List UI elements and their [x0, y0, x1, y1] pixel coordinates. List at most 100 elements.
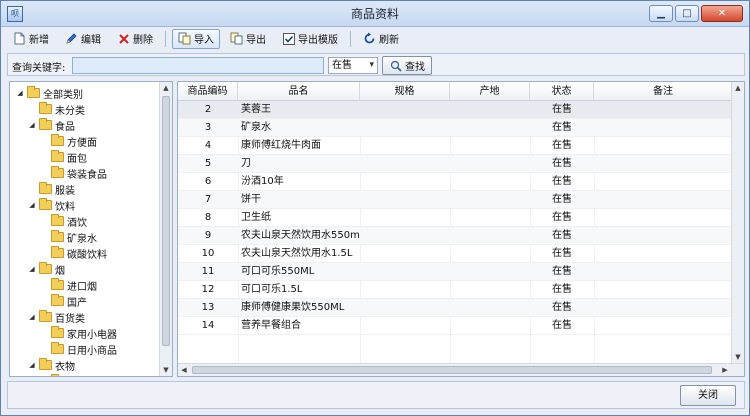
- tree-item[interactable]: 家用小电器: [40, 325, 117, 341]
- column-header[interactable]: 品名: [238, 82, 360, 101]
- expand-toggle-icon[interactable]: ◢: [28, 313, 36, 321]
- tree-item[interactable]: ◢ 饮料: [28, 197, 75, 213]
- refresh-button[interactable]: 刷新: [357, 29, 405, 49]
- tree-item[interactable]: 袋装食品: [40, 165, 107, 181]
- column-header[interactable]: 商品编码: [178, 82, 238, 101]
- tree-item[interactable]: 酒饮: [40, 213, 87, 229]
- delete-button[interactable]: 删除: [111, 29, 159, 49]
- column-header[interactable]: 状态: [530, 82, 594, 101]
- table-row[interactable]: 9 农夫山泉天然饮用水550ml 在售: [178, 227, 733, 245]
- toolbar-separator: [350, 30, 351, 47]
- tree-item[interactable]: 服装: [28, 181, 75, 197]
- expand-toggle-icon[interactable]: ◢: [28, 361, 36, 369]
- table-cell-note: [594, 173, 733, 191]
- tree-item[interactable]: ◢ 食品: [28, 117, 75, 133]
- table-row[interactable]: 2 芙蓉王 在售: [178, 101, 733, 119]
- table-cell-origin: [450, 119, 530, 137]
- folder-icon: [27, 86, 40, 98]
- table-row[interactable]: 12 可口可乐1.5L 在售: [178, 281, 733, 299]
- tree-item-label: 未分类: [55, 105, 85, 117]
- close-window-button[interactable]: ✕: [701, 5, 743, 22]
- tree-item[interactable]: 国产: [40, 293, 87, 309]
- scroll-down-arrow-icon[interactable]: ▼: [160, 364, 172, 376]
- expand-toggle-icon[interactable]: ◢: [28, 201, 36, 209]
- tree-item-label: 食品: [55, 121, 75, 133]
- table-row[interactable]: 13 康师傅健康果饮550ML 在售: [178, 299, 733, 317]
- table-cell-status: 在售: [552, 158, 572, 169]
- tree-item[interactable]: 日用小商品: [40, 341, 117, 357]
- grid-scroll-thumb[interactable]: [192, 366, 712, 374]
- expand-toggle-icon[interactable]: ◢: [28, 121, 36, 129]
- table-row[interactable]: 4 康师傅红烧牛肉面 在售: [178, 137, 733, 155]
- table-cell-note: [594, 155, 733, 173]
- tree-item[interactable]: 方便面: [40, 133, 97, 149]
- maximize-button[interactable]: □: [675, 5, 699, 22]
- scroll-up-arrow-icon[interactable]: ▲: [732, 82, 744, 94]
- tree-item[interactable]: 未分类: [28, 101, 85, 117]
- find-button[interactable]: 查找: [382, 56, 432, 75]
- table-row[interactable]: 14 营养早餐组合 在售: [178, 317, 733, 335]
- table-cell-status: 在售: [552, 302, 572, 313]
- table-cell-code: 3: [204, 122, 212, 133]
- close-button[interactable]: 关闭: [680, 385, 736, 406]
- folder-icon: [39, 310, 52, 322]
- tree-item-label: 矿泉水: [67, 233, 97, 245]
- expand-toggle-icon[interactable]: ◢: [16, 89, 24, 97]
- import-label: 导入: [194, 35, 214, 46]
- scroll-right-arrow-icon[interactable]: ▶: [719, 364, 731, 376]
- tree-item[interactable]: 矿泉水: [40, 229, 97, 245]
- expand-toggle-icon[interactable]: ◢: [28, 265, 36, 273]
- folder-icon: [51, 150, 64, 162]
- tree-item[interactable]: ◢ 百货类: [28, 309, 85, 325]
- new-label: 新增: [29, 35, 49, 46]
- import-button[interactable]: 导入: [172, 28, 220, 49]
- table-row[interactable]: 7 饼干 在售: [178, 191, 733, 209]
- edit-button[interactable]: 编辑: [59, 29, 107, 49]
- tree-item-label: 碳酸饮料: [67, 249, 107, 261]
- tree-item-label: 面包: [67, 153, 87, 165]
- table-cell-code: 4: [204, 140, 212, 151]
- table-cell-origin: [450, 263, 530, 281]
- export-template-button[interactable]: 导出模版: [276, 29, 344, 49]
- tree-item[interactable]: 碳酸饮料: [40, 245, 107, 261]
- table-row[interactable]: 3 矿泉水 在售: [178, 119, 733, 137]
- table-row[interactable]: 6 汾酒10年 在售: [178, 173, 733, 191]
- tree-item[interactable]: ◢ 衣物: [28, 357, 75, 373]
- table-cell-spec: [360, 173, 450, 191]
- tree-item[interactable]: 进口烟: [40, 277, 97, 293]
- tree-vertical-scrollbar[interactable]: ▲ ▼: [159, 82, 172, 376]
- table-cell-origin: [450, 191, 530, 209]
- table-cell-origin: [450, 281, 530, 299]
- export-button[interactable]: 导出: [224, 29, 272, 49]
- edit-label: 编辑: [81, 35, 101, 46]
- tree-item[interactable]: 裤: [40, 373, 77, 376]
- pencil-icon: [65, 32, 78, 45]
- status-select[interactable]: 在售 ▾: [328, 57, 378, 74]
- tree-item[interactable]: ◢ 烟: [28, 261, 65, 277]
- table-cell-spec: [360, 155, 450, 173]
- toolbar: 新增 编辑 删除 导入 导出 导出模版 刷新: [7, 28, 745, 49]
- table-row[interactable]: 8 卫生纸 在售: [178, 209, 733, 227]
- table-row[interactable]: 11 可口可乐550ML 在售: [178, 263, 733, 281]
- folder-icon: [51, 342, 64, 354]
- search-input[interactable]: [72, 57, 324, 74]
- minimize-button[interactable]: ▁: [649, 5, 673, 22]
- grid-horizontal-scrollbar[interactable]: ◀ ▶: [178, 363, 744, 376]
- tree-item[interactable]: ◢ 全部类别: [16, 85, 83, 101]
- grid-vertical-scrollbar[interactable]: ▲ ▼: [731, 82, 744, 363]
- table-cell-name: 农夫山泉天然饮用水1.5L: [241, 248, 353, 259]
- tree-scroll-thumb[interactable]: [162, 96, 170, 346]
- table-cell-spec: [360, 209, 450, 227]
- scroll-up-arrow-icon[interactable]: ▲: [160, 82, 172, 94]
- table-cell-status: 在售: [552, 122, 572, 133]
- scroll-down-arrow-icon[interactable]: ▼: [732, 351, 744, 363]
- table-row[interactable]: 5 刀 在售: [178, 155, 733, 173]
- tree-item[interactable]: 面包: [40, 149, 87, 165]
- scroll-left-arrow-icon[interactable]: ◀: [178, 364, 190, 376]
- column-header[interactable]: 产地: [450, 82, 530, 101]
- table-cell-status: 在售: [552, 320, 572, 331]
- new-button[interactable]: 新增: [7, 29, 55, 49]
- column-header[interactable]: 规格: [360, 82, 450, 101]
- column-header[interactable]: 备注: [594, 82, 733, 101]
- table-row[interactable]: 10 农夫山泉天然饮用水1.5L 在售: [178, 245, 733, 263]
